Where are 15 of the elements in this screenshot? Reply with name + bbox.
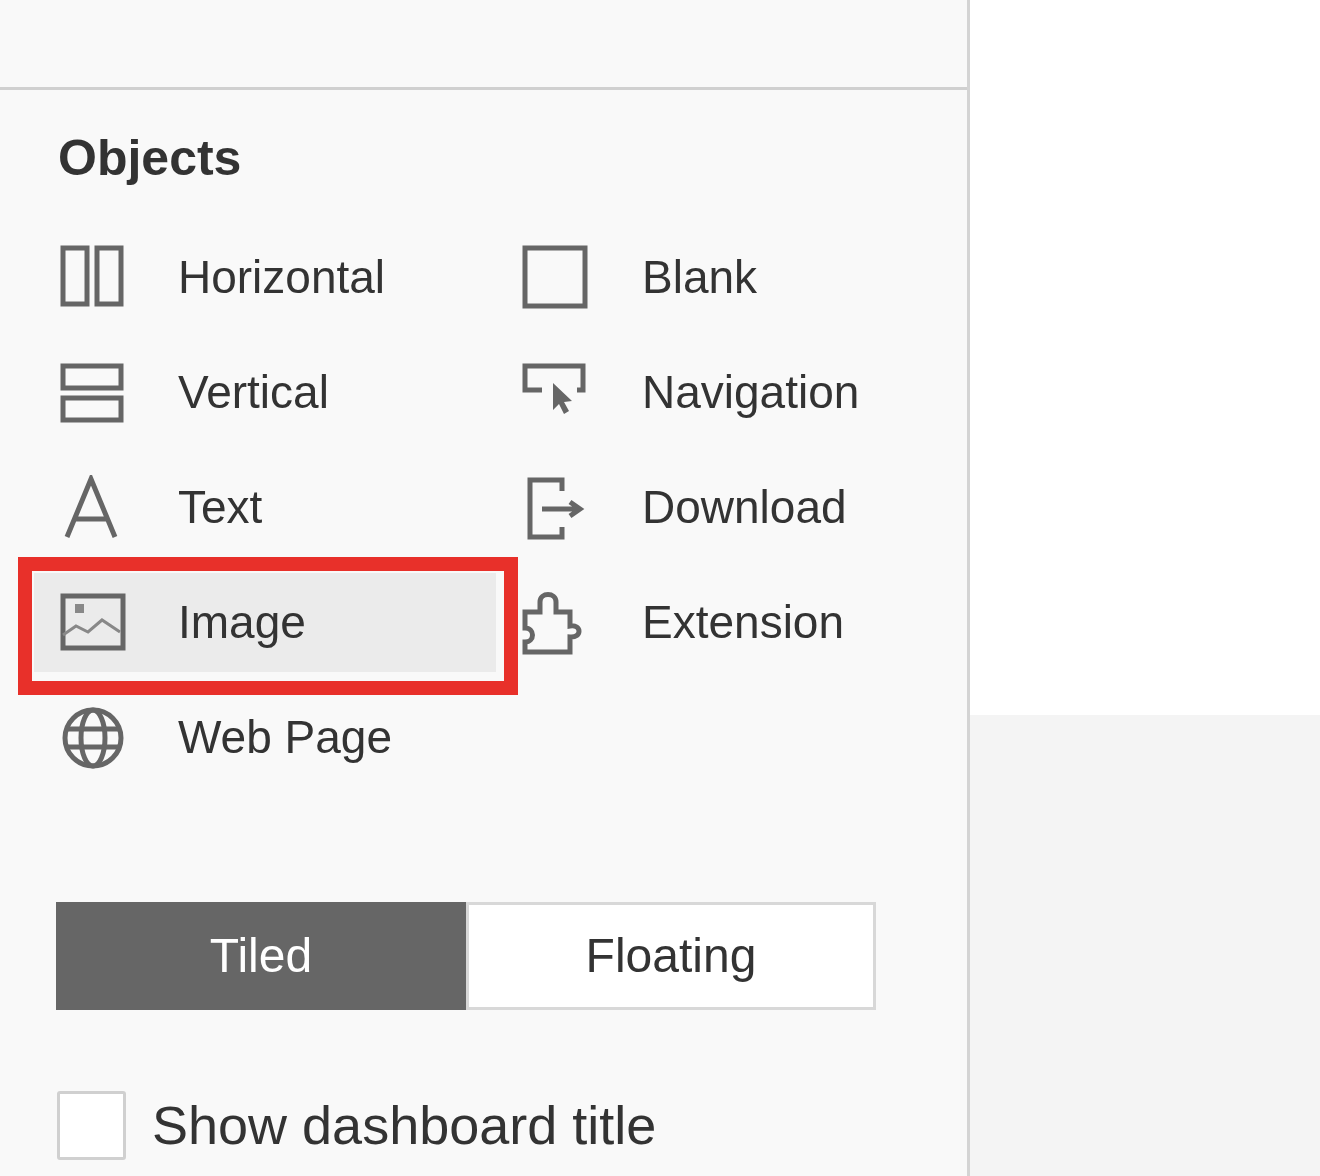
object-item[interactable]: Horizontal [34, 228, 496, 327]
object-item[interactable]: Web Page [34, 688, 496, 787]
section-title: Objects [58, 129, 243, 188]
object-item[interactable]: Blank [522, 228, 968, 327]
square-icon [522, 244, 588, 311]
layout-toggle-button[interactable]: Tiled [56, 902, 466, 1010]
object-item[interactable]: Text [34, 458, 496, 557]
object-item[interactable]: Download [522, 458, 968, 557]
checkbox-label: Show dashboard title [152, 1094, 657, 1157]
layout-toggle-button[interactable]: Floating [466, 902, 876, 1010]
object-item[interactable]: Navigation [522, 343, 968, 442]
object-item[interactable]: Extension [522, 573, 968, 672]
checkbox[interactable] [57, 1091, 126, 1160]
object-item[interactable]: Image [34, 573, 496, 672]
object-item[interactable]: Vertical [34, 343, 496, 442]
